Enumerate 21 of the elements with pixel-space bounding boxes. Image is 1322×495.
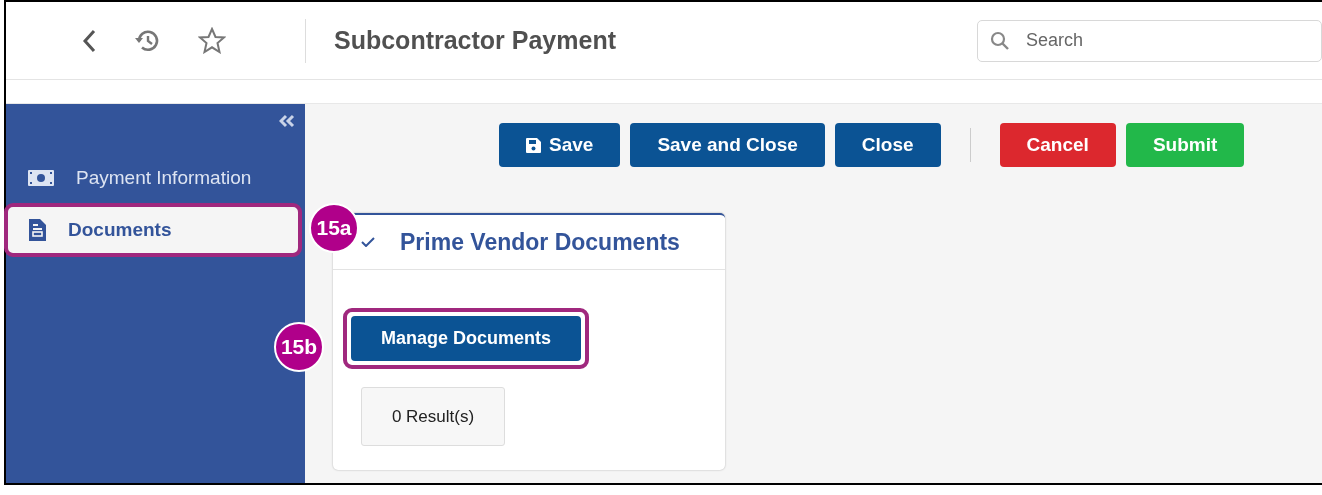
toolbar-button[interactable]: Save and Close	[630, 123, 825, 167]
manage-documents-button[interactable]: Manage Documents	[351, 316, 582, 361]
toolbar-button[interactable]: Close	[834, 123, 941, 167]
toolbar-button[interactable]: Cancel	[999, 123, 1116, 167]
document-icon	[29, 219, 46, 241]
search-icon	[990, 30, 1010, 51]
page-title: Subcontractor Payment	[334, 26, 616, 55]
search-field[interactable]: Search	[977, 19, 1322, 62]
callout-badge: 15a	[309, 203, 359, 253]
banknote-icon	[28, 170, 54, 186]
star-icon[interactable]	[198, 27, 226, 54]
sidebar-item[interactable]: Payment Information	[6, 154, 299, 202]
back-icon[interactable]	[82, 28, 96, 53]
card-title: Prime Vendor Documents	[400, 228, 680, 256]
sidebar-item[interactable]: Documents	[7, 206, 299, 254]
result-count: 0 Result(s)	[361, 387, 505, 446]
history-icon[interactable]	[134, 28, 160, 53]
collapse-icon[interactable]	[279, 114, 295, 128]
callout-badge: 15b	[274, 322, 324, 372]
toolbar-button[interactable]: Save	[499, 123, 621, 167]
save-icon	[526, 137, 541, 153]
